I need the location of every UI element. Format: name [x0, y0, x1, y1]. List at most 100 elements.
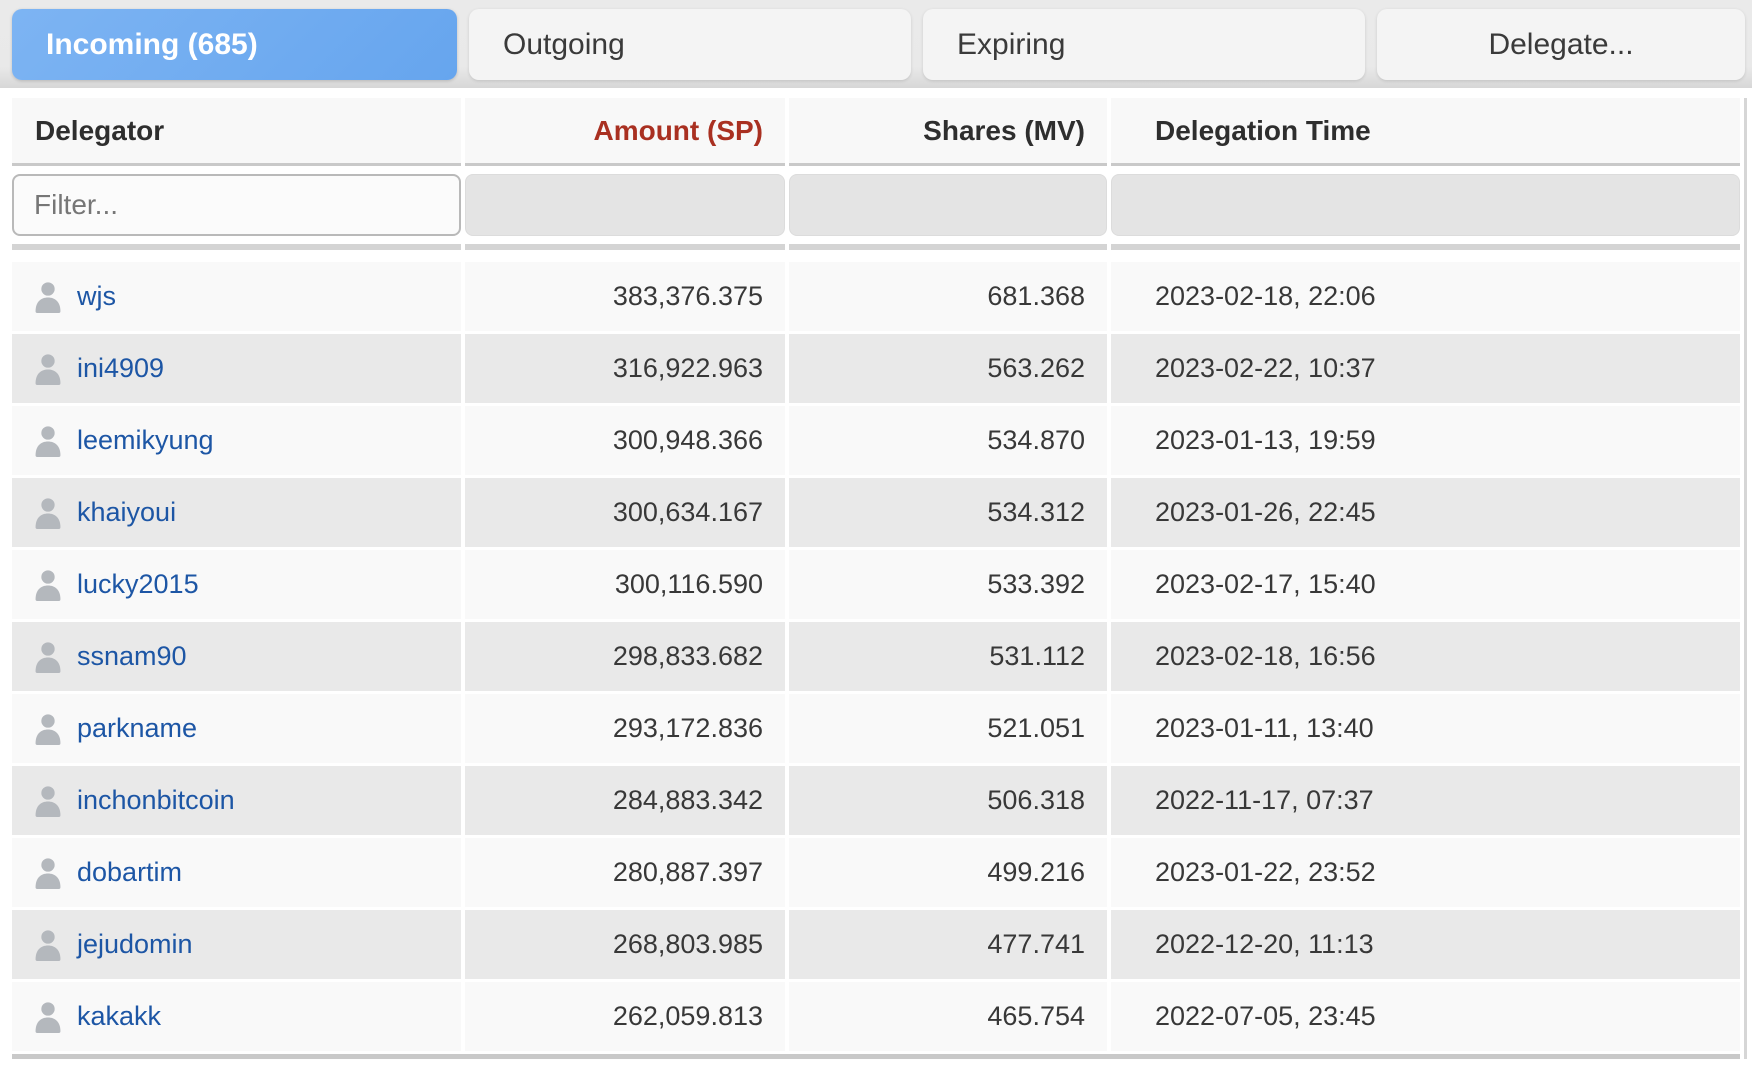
table-body: wjs 383,376.375 681.368 2023-02-18, 22:0…: [12, 262, 1740, 1051]
table-row: khaiyoui 300,634.167 534.312 2023-01-26,…: [12, 478, 1740, 547]
amount-sp-cell: 300,634.167: [465, 478, 785, 547]
delegation-time-cell: 2023-01-26, 22:45: [1111, 478, 1740, 547]
delegator-link[interactable]: kakakk: [77, 1001, 161, 1032]
filter-row: [12, 166, 1740, 250]
shares-mv-cell: 499.216: [789, 838, 1107, 907]
user-icon: [35, 929, 61, 961]
tab-delegate-label: Delegate...: [1488, 27, 1634, 61]
delegation-time-cell: 2022-11-17, 07:37: [1111, 766, 1740, 835]
delegator-link[interactable]: jejudomin: [77, 929, 193, 960]
column-header-delegation-time[interactable]: Delegation Time: [1111, 98, 1740, 166]
user-icon: [35, 1001, 61, 1033]
delegator-link[interactable]: inchonbitcoin: [77, 785, 235, 816]
delegator-cell: dobartim: [12, 838, 461, 907]
delegation-time-cell: 2023-01-11, 13:40: [1111, 694, 1740, 763]
user-icon: [35, 425, 61, 457]
table-row: jejudomin 268,803.985 477.741 2022-12-20…: [12, 910, 1740, 979]
tab-outgoing[interactable]: Outgoing: [469, 9, 911, 80]
table-row: ssnam90 298,833.682 531.112 2023-02-18, …: [12, 622, 1740, 691]
table-bottom-divider: [12, 1054, 1740, 1059]
shares-mv-cell: 506.318: [789, 766, 1107, 835]
filter-cell-time: [1111, 166, 1740, 250]
shares-mv-cell: 521.051: [789, 694, 1107, 763]
amount-sp-cell: 298,833.682: [465, 622, 785, 691]
filter-cell-amount: [465, 166, 785, 250]
table-row: parkname 293,172.836 521.051 2023-01-11,…: [12, 694, 1740, 763]
shares-mv-cell: 534.870: [789, 406, 1107, 475]
user-icon: [35, 641, 61, 673]
user-icon: [35, 857, 61, 889]
tab-outgoing-label: Outgoing: [503, 27, 625, 61]
filter-disabled-box: [465, 174, 785, 236]
table-row: dobartim 280,887.397 499.216 2023-01-22,…: [12, 838, 1740, 907]
filter-cell-delegator: [12, 166, 461, 250]
delegator-link[interactable]: khaiyoui: [77, 497, 176, 528]
user-icon: [35, 713, 61, 745]
shares-mv-cell: 531.112: [789, 622, 1107, 691]
tab-expiring-label: Expiring: [957, 27, 1066, 61]
delegations-table: Delegator Amount (SP) Shares (MV) Delega…: [12, 98, 1740, 1059]
delegator-cell: kakakk: [12, 982, 461, 1051]
delegation-time-cell: 2023-01-22, 23:52: [1111, 838, 1740, 907]
delegator-cell: lucky2015: [12, 550, 461, 619]
delegator-cell: ssnam90: [12, 622, 461, 691]
amount-sp-cell: 293,172.836: [465, 694, 785, 763]
delegator-link[interactable]: ssnam90: [77, 641, 187, 672]
delegation-time-cell: 2022-12-20, 11:13: [1111, 910, 1740, 979]
delegation-time-cell: 2023-01-13, 19:59: [1111, 406, 1740, 475]
delegator-link[interactable]: leemikyung: [77, 425, 214, 456]
amount-sp-cell: 300,116.590: [465, 550, 785, 619]
column-header-delegator[interactable]: Delegator: [12, 98, 461, 166]
delegator-cell: ini4909: [12, 334, 461, 403]
shares-mv-cell: 563.262: [789, 334, 1107, 403]
column-header-amount-sp[interactable]: Amount (SP): [465, 98, 785, 166]
user-icon: [35, 281, 61, 313]
table-row: kakakk 262,059.813 465.754 2022-07-05, 2…: [12, 982, 1740, 1051]
table-row: inchonbitcoin 284,883.342 506.318 2022-1…: [12, 766, 1740, 835]
delegator-link[interactable]: ini4909: [77, 353, 164, 384]
delegation-time-cell: 2022-07-05, 23:45: [1111, 982, 1740, 1051]
delegator-cell: jejudomin: [12, 910, 461, 979]
delegator-cell: wjs: [12, 262, 461, 331]
delegation-time-cell: 2023-02-18, 16:56: [1111, 622, 1740, 691]
user-icon: [35, 353, 61, 385]
user-icon: [35, 785, 61, 817]
table-row: leemikyung 300,948.366 534.870 2023-01-1…: [12, 406, 1740, 475]
delegator-cell: inchonbitcoin: [12, 766, 461, 835]
delegator-link[interactable]: parkname: [77, 713, 197, 744]
tab-incoming[interactable]: Incoming (685): [12, 9, 457, 80]
tab-strip: Incoming (685) Outgoing Expiring Delegat…: [0, 0, 1752, 88]
table-row: wjs 383,376.375 681.368 2023-02-18, 22:0…: [12, 262, 1740, 331]
delegator-cell: parkname: [12, 694, 461, 763]
table-row: lucky2015 300,116.590 533.392 2023-02-17…: [12, 550, 1740, 619]
shares-mv-cell: 465.754: [789, 982, 1107, 1051]
filter-disabled-box: [1111, 174, 1740, 236]
delegator-link[interactable]: lucky2015: [77, 569, 199, 600]
scrollbar-track[interactable]: [1744, 98, 1747, 1059]
amount-sp-cell: 280,887.397: [465, 838, 785, 907]
table-row: ini4909 316,922.963 563.262 2023-02-22, …: [12, 334, 1740, 403]
delegator-filter-input[interactable]: [12, 174, 461, 236]
filter-cell-shares: [789, 166, 1107, 250]
tab-expiring[interactable]: Expiring: [923, 9, 1365, 80]
amount-sp-cell: 262,059.813: [465, 982, 785, 1051]
delegator-link[interactable]: dobartim: [77, 857, 182, 888]
tab-delegate[interactable]: Delegate...: [1377, 9, 1745, 80]
amount-sp-cell: 268,803.985: [465, 910, 785, 979]
column-header-shares-mv[interactable]: Shares (MV): [789, 98, 1107, 166]
delegator-cell: leemikyung: [12, 406, 461, 475]
amount-sp-cell: 300,948.366: [465, 406, 785, 475]
delegation-time-cell: 2023-02-22, 10:37: [1111, 334, 1740, 403]
amount-sp-cell: 383,376.375: [465, 262, 785, 331]
table-header-row: Delegator Amount (SP) Shares (MV) Delega…: [12, 98, 1740, 166]
amount-sp-cell: 316,922.963: [465, 334, 785, 403]
delegation-time-cell: 2023-02-17, 15:40: [1111, 550, 1740, 619]
shares-mv-cell: 477.741: [789, 910, 1107, 979]
delegator-cell: khaiyoui: [12, 478, 461, 547]
shares-mv-cell: 534.312: [789, 478, 1107, 547]
filter-disabled-box: [789, 174, 1107, 236]
tab-incoming-label: Incoming (685): [46, 27, 258, 61]
shares-mv-cell: 533.392: [789, 550, 1107, 619]
delegation-time-cell: 2023-02-18, 22:06: [1111, 262, 1740, 331]
delegator-link[interactable]: wjs: [77, 281, 116, 312]
